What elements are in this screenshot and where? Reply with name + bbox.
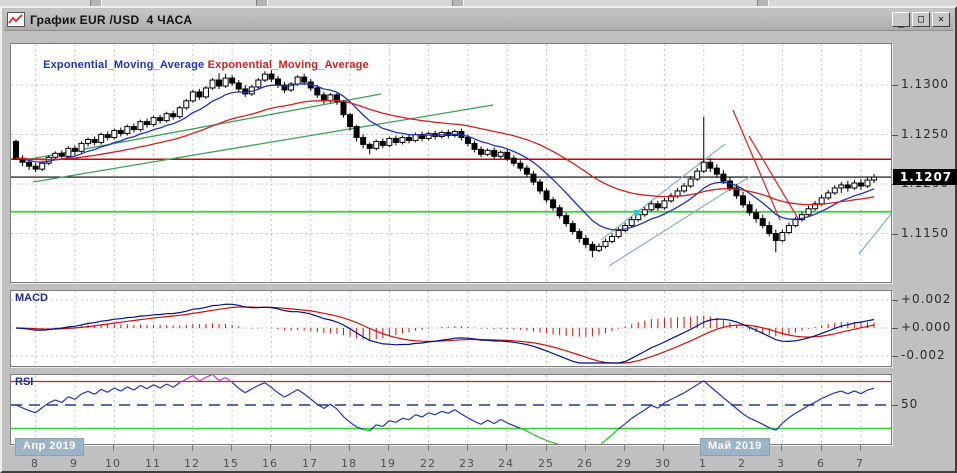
date-axis-label: 3: [764, 457, 798, 470]
chart-window: График EUR /USD 4 ЧАСА _ □ ✕ Exponential…: [0, 6, 957, 473]
maximize-button[interactable]: □: [912, 12, 930, 27]
macd-axis-label: +0.002: [901, 292, 951, 306]
date-axis-tick: [349, 445, 350, 451]
window-title: График EUR /USD 4 ЧАСА: [30, 13, 892, 27]
macd-axis-tick: [892, 300, 898, 301]
date-axis-label: 12: [175, 457, 209, 470]
date-axis-tick: [585, 445, 586, 451]
screen: График EUR /USD 4 ЧАСА _ □ ✕ Exponential…: [0, 0, 957, 473]
rsi-panel[interactable]: RSI: [10, 374, 892, 445]
price-axis-label: 1.1250: [901, 127, 949, 141]
date-axis-label: 10: [96, 457, 130, 470]
rsi-axis-label: 50: [901, 397, 918, 411]
minimize-button[interactable]: _: [892, 12, 910, 27]
date-axis-label: 18: [332, 457, 366, 470]
date-axis-label: 16: [253, 457, 287, 470]
ema-label-slow: Exponential_Moving_Average: [208, 59, 369, 71]
month-badge: Май 2019: [700, 438, 770, 456]
macd-axis-tick: [892, 328, 898, 329]
macd-panel[interactable]: MACD: [10, 290, 892, 367]
date-axis-tick: [781, 445, 782, 451]
date-axis-tick: [270, 445, 271, 451]
price-axis-tick: [892, 135, 898, 136]
date-axis-label: 26: [568, 457, 602, 470]
date-axis-label: 15: [214, 457, 248, 470]
month-badge: Апр 2019: [15, 438, 84, 456]
ema-label-fast: Exponential_Moving_Average: [43, 59, 204, 71]
date-axis-label: 7: [843, 457, 877, 470]
price-axis-label: 1.1300: [901, 77, 949, 91]
date-axis-tick: [192, 445, 193, 451]
title-bar[interactable]: График EUR /USD 4 ЧАСА _ □ ✕: [4, 9, 953, 31]
date-axis-tick: [153, 445, 154, 451]
date-axis-tick: [113, 445, 114, 451]
close-button[interactable]: ✕: [932, 12, 950, 27]
date-axis-tick: [310, 445, 311, 451]
price-axis-label: 1.1150: [901, 226, 949, 240]
date-axis-tick: [663, 445, 664, 451]
current-price-badge: 1.1207: [893, 169, 957, 185]
macd-axis-tick: [892, 356, 898, 357]
date-axis-label: 2: [725, 457, 759, 470]
date-axis-label: 23: [450, 457, 484, 470]
date-axis-label: 25: [529, 457, 563, 470]
macd-label: MACD: [15, 292, 48, 304]
price-axis-tick: [892, 234, 898, 235]
date-axis-label: 1: [686, 457, 720, 470]
date-axis-label: 30: [646, 457, 680, 470]
price-chart-panel[interactable]: Exponential_Moving_Average Exponential_M…: [10, 43, 892, 283]
rsi-label: RSI: [15, 376, 33, 388]
rsi-axis-tick: [892, 405, 898, 406]
date-axis-label: 29: [607, 457, 641, 470]
macd-axis-label: -0.002: [901, 348, 946, 362]
date-axis-label: 19: [371, 457, 405, 470]
date-axis-tick: [428, 445, 429, 451]
date-axis-label: 9: [57, 457, 91, 470]
date-axis-label: 22: [411, 457, 445, 470]
date-axis-label: 17: [293, 457, 327, 470]
macd-axis-label: +0.000: [901, 320, 951, 334]
date-axis-tick: [506, 445, 507, 451]
date-axis-label: 8: [18, 457, 52, 470]
date-axis-tick: [231, 445, 232, 451]
date-axis-label: 24: [489, 457, 523, 470]
date-axis-tick: [546, 445, 547, 451]
date-axis-tick: [388, 445, 389, 451]
indicator-labels: Exponential_Moving_Average Exponential_M…: [17, 47, 369, 83]
date-axis-label: 6: [804, 457, 838, 470]
price-axis-tick: [892, 85, 898, 86]
date-axis-tick: [467, 445, 468, 451]
date-axis-tick: [624, 445, 625, 451]
date-axis-tick: [821, 445, 822, 451]
date-axis-label: 11: [136, 457, 170, 470]
date-axis-tick: [860, 445, 861, 451]
chart-icon: [7, 12, 25, 27]
